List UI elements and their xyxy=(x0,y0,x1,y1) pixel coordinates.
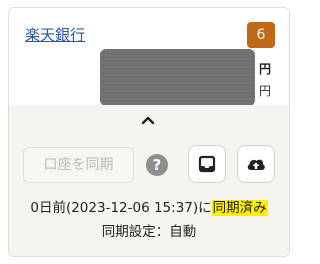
sync-status: 0日前(2023-12-06 15:37)に同期済み xyxy=(9,196,289,216)
redacted-amount xyxy=(100,49,255,106)
inbox-button[interactable] xyxy=(188,145,226,183)
inbox-icon xyxy=(198,155,216,173)
upload-button[interactable] xyxy=(237,145,275,183)
sync-setting: 同期設定：自動 xyxy=(101,224,197,240)
help-icon[interactable]: ? xyxy=(146,154,168,176)
currency-unit: 円 xyxy=(259,62,272,76)
synced-highlight: 同期済み xyxy=(211,200,268,216)
bank-name-link[interactable]: 楽天銀行 xyxy=(25,24,85,45)
currency-unit: 円 xyxy=(259,84,272,98)
count-badge: 6 xyxy=(247,22,275,48)
sync-status-text: 0日前(2023-12-06 15:37)に xyxy=(30,200,212,216)
chevron-up-icon[interactable] xyxy=(140,112,156,128)
cloud-upload-icon xyxy=(247,159,265,170)
account-summary: 楽天銀行 6 円 円 xyxy=(9,8,289,106)
sync-account-button[interactable]: 口座を同期 xyxy=(23,147,134,183)
account-card: 楽天銀行 6 円 円 口座を同期 ? 0日前(2023-12-06 15:37)… xyxy=(8,7,290,257)
